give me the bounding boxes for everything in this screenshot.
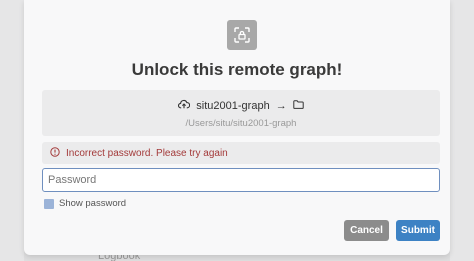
arrow-right-icon: →: [275, 99, 287, 112]
show-password-toggle[interactable]: Show password: [44, 198, 126, 209]
show-password-label: Show password: [59, 198, 127, 209]
graph-name-row: situ2001-graph →: [42, 99, 440, 112]
password-input[interactable]: [42, 168, 440, 192]
error-message: Incorrect password. Please try again: [66, 147, 228, 159]
backdrop-right: [450, 0, 474, 261]
alert-circle-icon: [50, 144, 60, 162]
dialog-title: Unlock this remote graph!: [131, 60, 343, 79]
graph-name: situ2001-graph: [196, 99, 270, 112]
scan-lock-icon: [227, 20, 257, 50]
show-password-checkbox[interactable]: [44, 198, 54, 209]
unlock-dialog: Unlock this remote graph! situ2001-graph…: [24, 0, 450, 255]
submit-button[interactable]: Submit: [396, 220, 440, 241]
graph-info-box: situ2001-graph → /Users/situ/situ2001-gr…: [42, 90, 440, 136]
cancel-button[interactable]: Cancel: [344, 220, 389, 241]
backdrop-left: [0, 0, 24, 261]
error-banner: Incorrect password. Please try again: [42, 142, 440, 164]
folder-icon[interactable]: [292, 99, 304, 112]
cloud-upload-icon: [178, 99, 191, 112]
graph-path: /Users/situ/situ2001-graph: [185, 118, 297, 129]
